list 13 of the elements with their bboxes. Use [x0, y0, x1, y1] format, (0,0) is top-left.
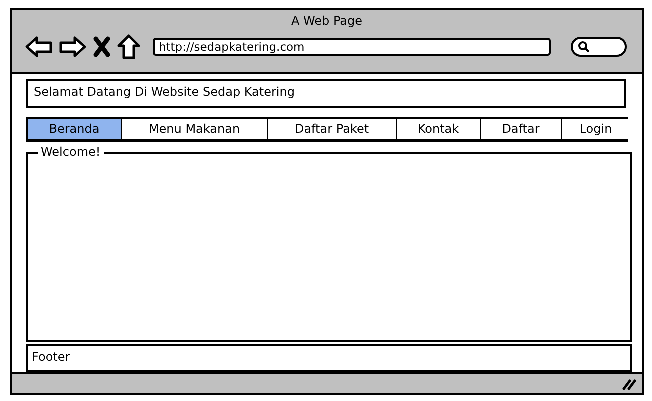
footer: Footer — [26, 344, 632, 372]
address-field[interactable]: http://sedapkatering.com — [153, 38, 551, 56]
nav-tab[interactable]: Login — [561, 119, 630, 140]
nav-tab[interactable]: Beranda — [28, 119, 121, 140]
back-icon[interactable] — [25, 35, 53, 59]
welcome-header: Selamat Datang Di Website Sedap Katering — [26, 79, 626, 108]
panel-legend: Welcome! — [38, 145, 104, 160]
close-icon[interactable] — [93, 36, 111, 58]
resize-grip-icon[interactable] — [622, 378, 636, 390]
search-icon — [578, 41, 590, 53]
forward-icon[interactable] — [59, 35, 87, 59]
search-field[interactable] — [571, 37, 627, 57]
window-title: A Web Page — [290, 14, 364, 28]
